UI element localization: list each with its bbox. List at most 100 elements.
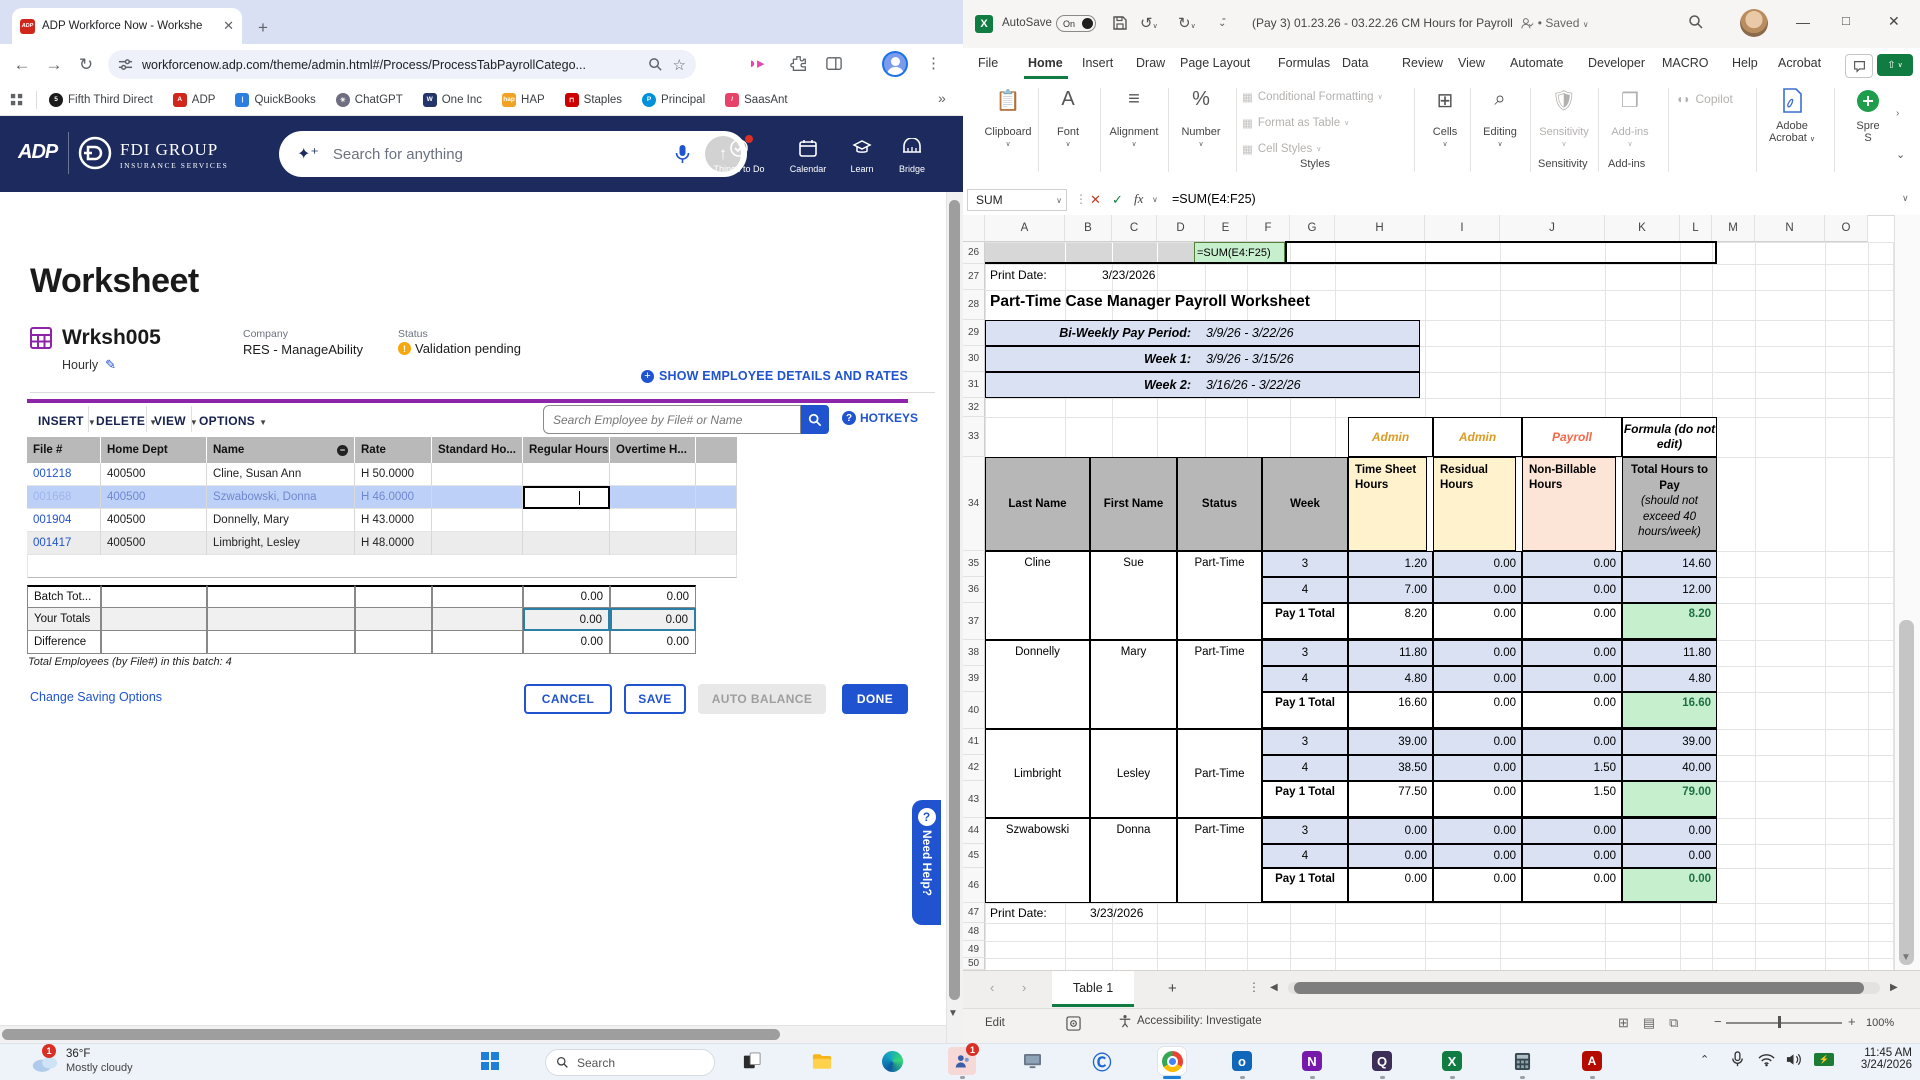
grid-row2-col0[interactable]: 001904 <box>27 509 101 532</box>
pay-period-value-0[interactable]: 3/9/26 - 3/22/26 <box>1199 320 1420 346</box>
hscroll-right-icon[interactable]: ▶ <box>1890 982 1898 993</box>
grid-row3-col5[interactable] <box>523 532 610 555</box>
taskbar-acrobat-icon[interactable]: A <box>1578 1047 1606 1075</box>
tray-mic-icon[interactable] <box>1730 1051 1745 1068</box>
ribbon-group-add-ins[interactable]: ❒ Add-ins ∨ <box>1602 88 1658 148</box>
row-header-35[interactable]: 35 <box>963 551 985 577</box>
zoom-out-icon[interactable]: − <box>1714 1014 1722 1029</box>
bookmark-quickbooks[interactable]: | QuickBooks <box>235 92 316 107</box>
hotkeys-link[interactable]: ? HOTKEYS <box>842 411 918 425</box>
totals-row0-col4[interactable] <box>432 585 523 608</box>
excel-vscroll-thumb[interactable] <box>1899 620 1914 965</box>
wk-1-0-c3[interactable]: 3 <box>1262 640 1348 666</box>
grid-row1-col3[interactable]: H 46.0000 <box>355 486 432 509</box>
wk-0-0-c6[interactable]: 0.00 <box>1522 551 1622 577</box>
print-date2-value[interactable]: 3/23/2026 <box>1090 906 1143 920</box>
column-header-F[interactable]: F <box>1247 215 1290 242</box>
grid-row3-col2[interactable]: Limbright, Lesley <box>207 532 355 555</box>
tray-battery-icon[interactable]: ⚡ <box>1814 1053 1834 1066</box>
wk-0-1-c6[interactable]: 0.00 <box>1522 577 1622 603</box>
wk-2-0-c5[interactable]: 0.00 <box>1433 729 1522 755</box>
emp-last-name-3[interactable]: Szwabowski <box>985 818 1090 903</box>
totals-row1-col5[interactable]: 0.00 <box>523 608 610 631</box>
totals-row1-col2[interactable] <box>207 608 355 631</box>
row-header-40[interactable]: 40 <box>963 692 985 729</box>
weather-widget[interactable]: 1 <box>30 1044 60 1079</box>
emp-last-name-1[interactable]: Donnelly <box>985 640 1090 729</box>
paytotal-0-c5[interactable]: 0.00 <box>1433 603 1522 640</box>
ribbon-tab-help[interactable]: Help <box>1732 56 1758 70</box>
taskbar-people-icon[interactable]: 1 <box>948 1043 979 1075</box>
grid-row0-col3[interactable]: H 50.0000 <box>355 463 432 486</box>
scroll-down-icon[interactable]: ▼ <box>948 1008 958 1019</box>
wk-0-1-c4[interactable]: 7.00 <box>1348 577 1433 603</box>
grid-row3-col0[interactable]: 001417 <box>27 532 101 555</box>
bookmark-staples[interactable]: ⊓ Staples <box>564 92 622 107</box>
ribbon-tab-acrobat[interactable]: Acrobat <box>1778 56 1821 70</box>
user-avatar[interactable] <box>1740 9 1768 37</box>
wk-0-1-c3[interactable]: 4 <box>1262 577 1348 603</box>
wk-1-1-c4[interactable]: 4.80 <box>1348 666 1433 692</box>
save-button[interactable]: SAVE <box>624 684 686 714</box>
taskbar-calculator-icon[interactable] <box>1508 1047 1536 1075</box>
sheet-tab-table1[interactable]: Table 1 <box>1052 971 1134 1007</box>
emp-status-1[interactable]: Part-Time <box>1177 640 1262 729</box>
tabbar-menu-icon[interactable]: ⋮ <box>1248 980 1260 994</box>
macro-record-icon[interactable] <box>1066 1016 1081 1031</box>
totals-row0-col3[interactable] <box>355 585 432 608</box>
column-header-N[interactable]: N <box>1755 215 1825 242</box>
wk-1-1-c7[interactable]: 4.80 <box>1622 666 1717 692</box>
grid-row0-col5[interactable] <box>523 463 610 486</box>
paytotal-2-c6[interactable]: 1.50 <box>1522 781 1622 818</box>
wk-3-1-c4[interactable]: 0.00 <box>1348 844 1433 868</box>
ribbon-tab-automate[interactable]: Automate <box>1510 56 1564 70</box>
column-header-C[interactable]: C <box>1112 215 1157 242</box>
ribbon-group-font[interactable]: A Font ∨ <box>1042 88 1094 148</box>
taskbar-edge-icon[interactable] <box>878 1047 906 1075</box>
wk-0-0-c4[interactable]: 1.20 <box>1348 551 1433 577</box>
ribbon-tab-view[interactable]: View <box>1458 56 1485 70</box>
wk-1-0-c5[interactable]: 0.00 <box>1433 640 1522 666</box>
row-header-46[interactable]: 46 <box>963 868 985 903</box>
header-nav-bridge[interactable]: Bridge <box>877 137 947 174</box>
grid-header-file-[interactable]: File # <box>27 437 101 463</box>
zoom-slider[interactable] <box>1726 1022 1842 1024</box>
row-header-39[interactable]: 39 <box>963 666 985 692</box>
row-header-44[interactable]: 44 <box>963 818 985 844</box>
ribbon-tab-developer[interactable]: Developer <box>1588 56 1645 70</box>
reload-icon[interactable]: ↻ <box>72 55 100 75</box>
ribbon-tab-insert[interactable]: Insert <box>1082 56 1113 70</box>
wk-3-0-c6[interactable]: 0.00 <box>1522 818 1622 844</box>
titlebar-search-icon[interactable] <box>1688 14 1704 30</box>
row-header-48[interactable]: 48 <box>963 923 985 941</box>
grid-row0-col0[interactable]: 001218 <box>27 463 101 486</box>
grid-header-standard-ho-[interactable]: Standard Ho... <box>432 437 523 463</box>
wk-0-0-c3[interactable]: 3 <box>1262 551 1348 577</box>
grid-row1-col4[interactable] <box>432 486 523 509</box>
grid-row3-col1[interactable]: 400500 <box>101 532 207 555</box>
name-box[interactable]: SUM ∨ <box>967 189 1067 211</box>
totals-row2-col4[interactable] <box>432 631 523 654</box>
totals-row2-col1[interactable] <box>101 631 207 654</box>
grid-row1-col2[interactable]: Szwabowski, Donna <box>207 486 355 509</box>
grid-header-name[interactable]: Name − <box>207 437 355 463</box>
wk-2-1-c6[interactable]: 1.50 <box>1522 755 1622 781</box>
adp-logo[interactable]: ADP <box>18 141 58 164</box>
bookmark-adp[interactable]: A ADP <box>172 92 215 107</box>
row-header-43[interactable]: 43 <box>963 781 985 818</box>
view-shortcuts-icons[interactable]: ⊞▤⧉ <box>1618 1015 1692 1031</box>
close-icon[interactable]: ✕ <box>1888 13 1900 30</box>
formula-input[interactable]: =SUM(E4:F25) <box>1172 192 1256 206</box>
paytotal-3-c3[interactable]: Pay 1 Total <box>1262 868 1348 903</box>
hscroll-left-icon[interactable]: ◀ <box>1270 982 1278 993</box>
row-header-41[interactable]: 41 <box>963 729 985 755</box>
totals-row2-col6[interactable]: 0.00 <box>610 631 696 654</box>
grid-row0-col7[interactable] <box>696 463 737 486</box>
extensions-puzzle-icon[interactable] <box>790 55 807 72</box>
column-header-I[interactable]: I <box>1425 215 1500 242</box>
taskbar-chrome-icon[interactable] <box>1158 1047 1186 1075</box>
bookmark-principal[interactable]: P Principal <box>642 92 705 107</box>
wk-1-0-c4[interactable]: 11.80 <box>1348 640 1433 666</box>
taskbar-q-app-icon[interactable]: Q <box>1368 1047 1396 1075</box>
styles-item-conditional-formatting[interactable]: ▦ Conditional Formatting ∨ <box>1242 90 1383 104</box>
